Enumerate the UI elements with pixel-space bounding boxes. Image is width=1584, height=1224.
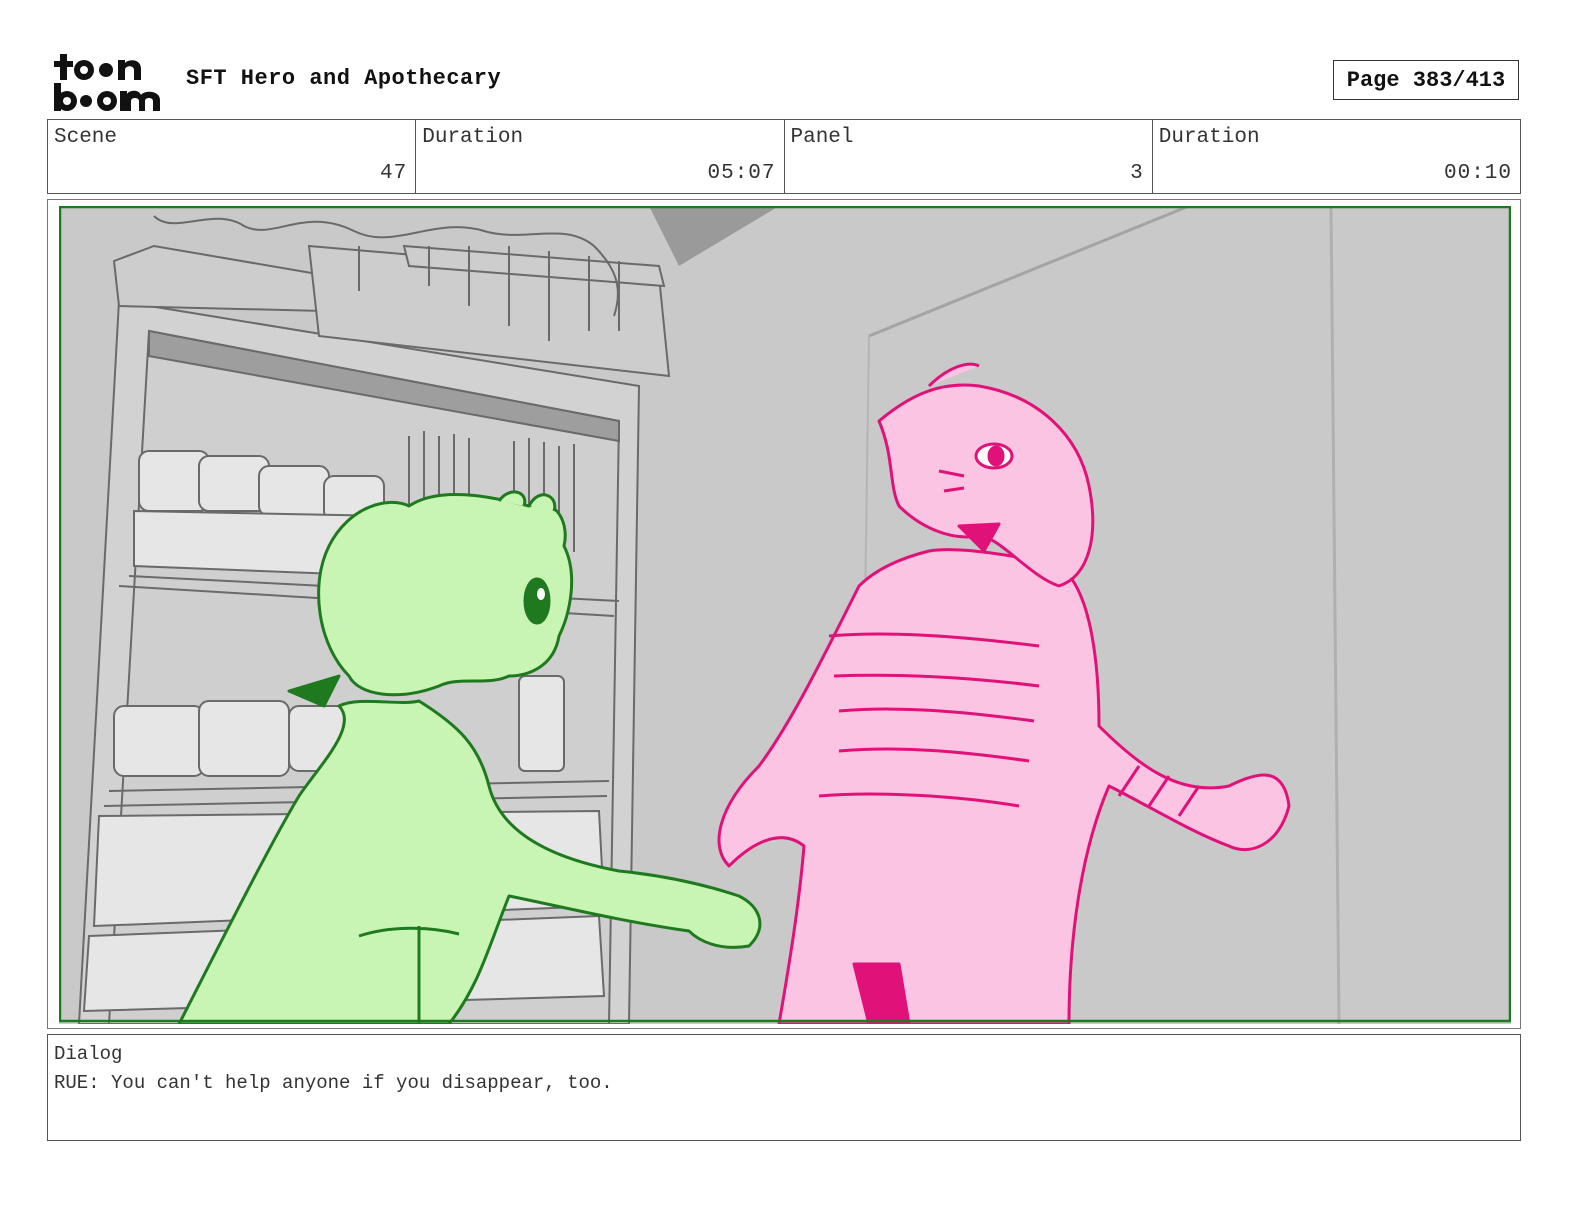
dialog-box: Dialog RUE: You can't help anyone if you… [47,1034,1521,1141]
dialog-text: RUE: You can't help anyone if you disapp… [54,1072,613,1094]
toon-boom-logo [54,54,160,111]
scene-info-table: Scene 47 Duration 05:07 Panel 3 Duration… [47,119,1521,194]
scene-duration-label: Duration [422,126,524,149]
panel-label: Panel [790,126,854,149]
page-number: Page 383/413 [1333,60,1519,100]
panel-cell: Panel 3 [785,120,1153,193]
panel-duration-value: 00:10 [1443,162,1512,185]
scene-value: 47 [380,162,408,185]
scene-duration-cell: Duration 05:07 [416,120,785,193]
panel-value: 3 [1130,162,1144,185]
scene-label: Scene [54,126,118,149]
scene-duration-value: 05:07 [707,162,776,185]
storyboard-panel [47,199,1521,1029]
panel-duration-label: Duration [1158,126,1260,149]
storyboard-title: SFT Hero and Apothecary [186,66,502,91]
scene-cell: Scene 47 [48,120,417,193]
panel-duration-cell: Duration 00:10 [1153,120,1520,193]
panel-drawing [59,206,1511,1024]
dialog-label: Dialog [54,1043,123,1065]
